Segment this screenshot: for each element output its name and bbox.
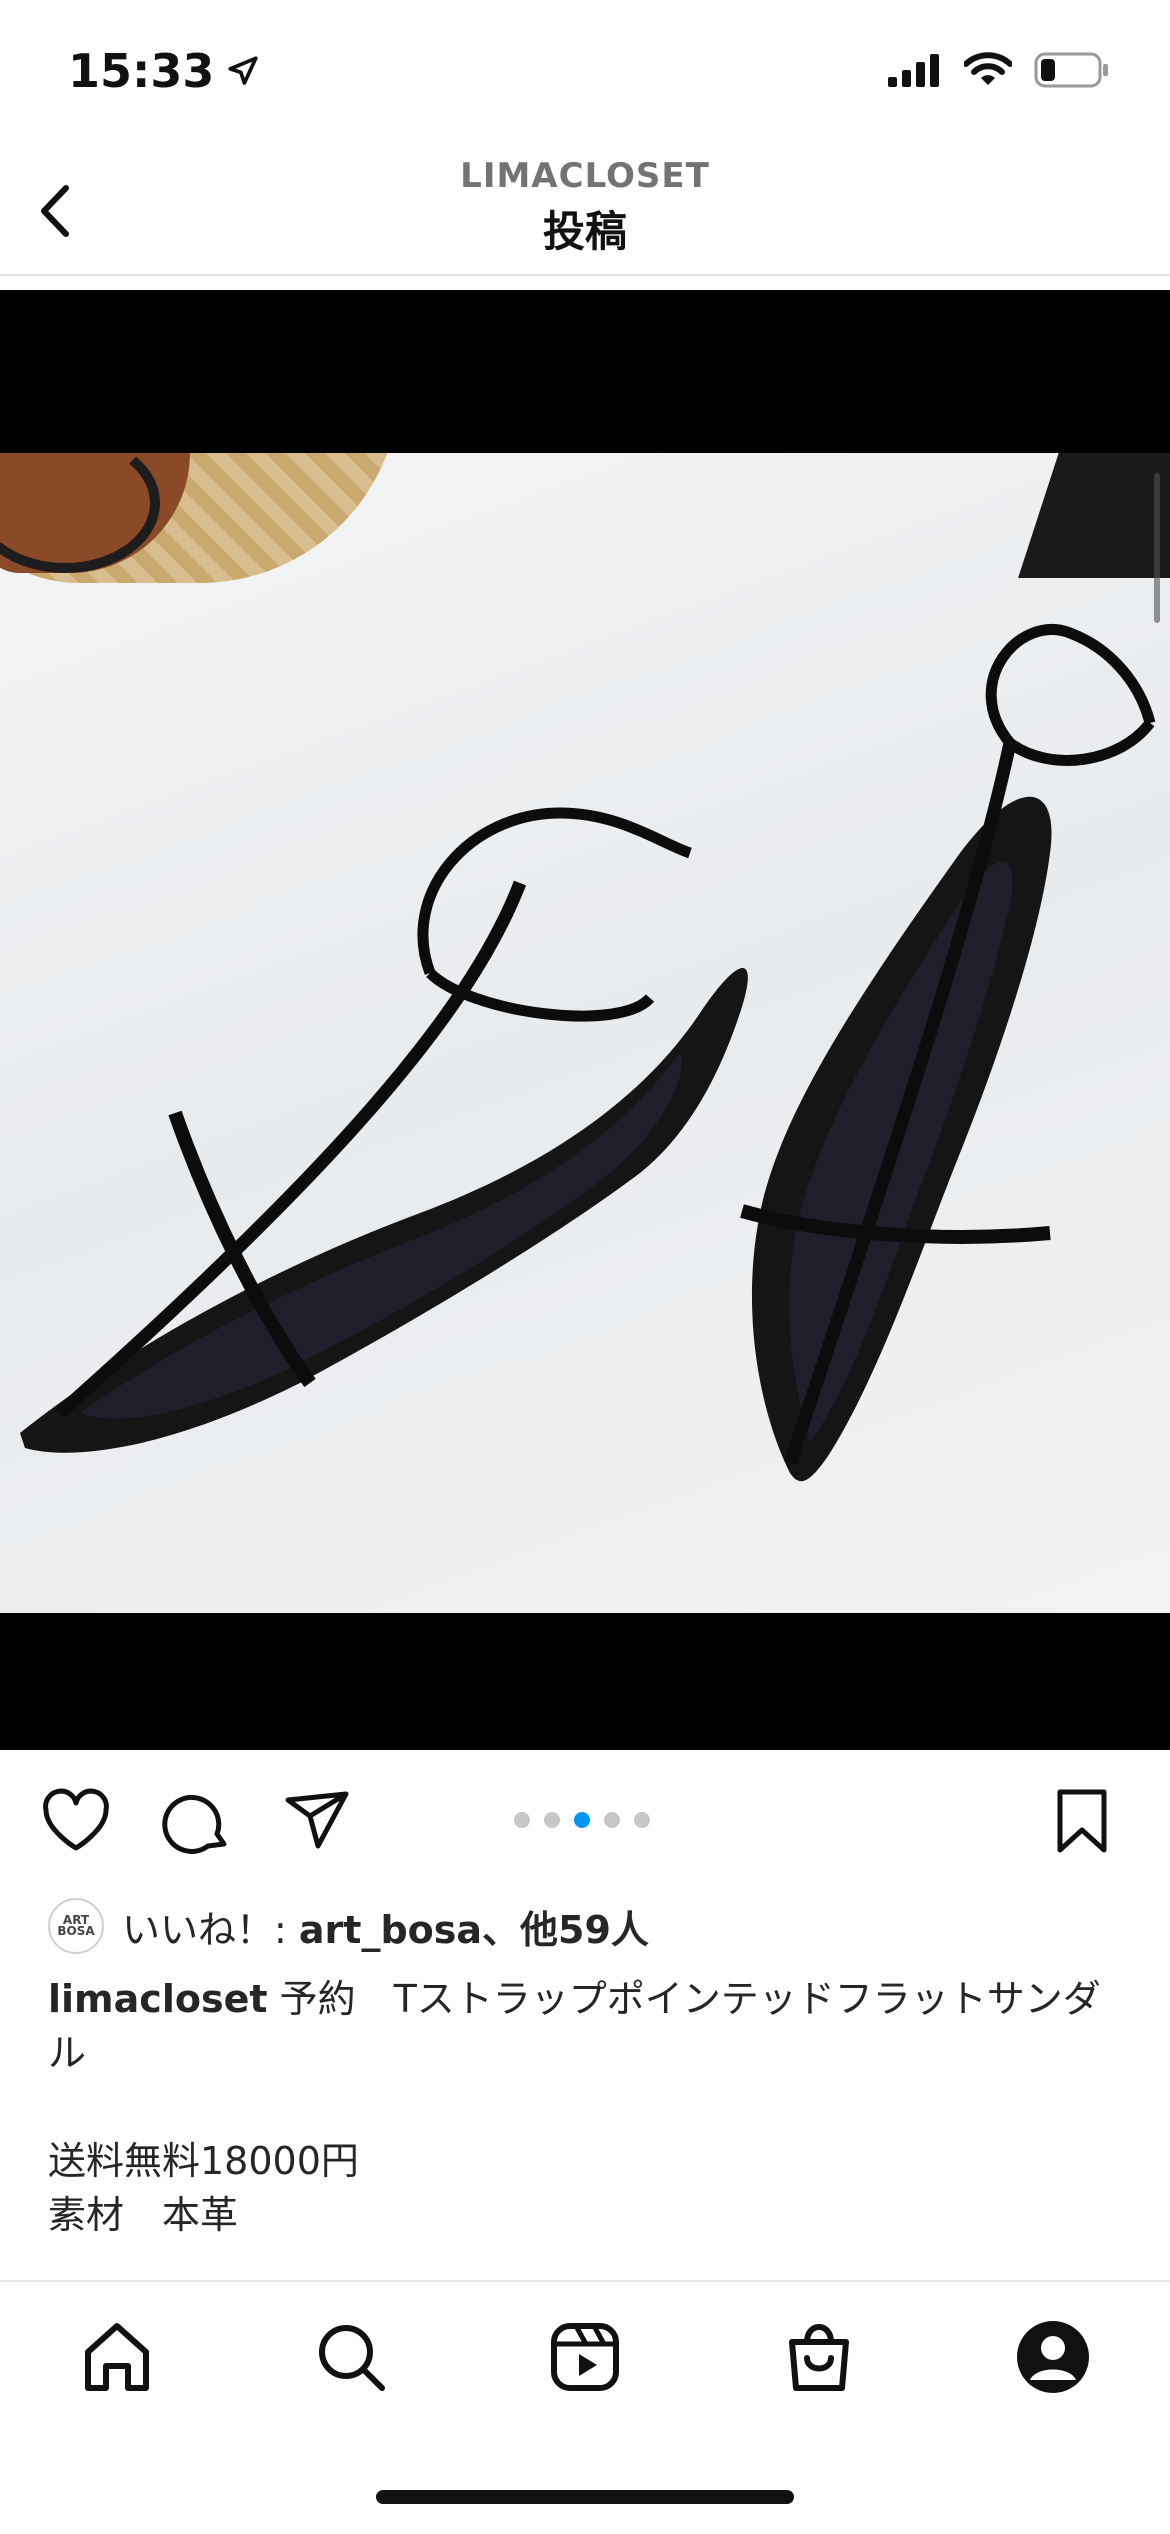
carousel-dot [634,1812,650,1828]
heart-icon[interactable] [40,1786,112,1858]
likes-prefix: いいね！: [122,1907,299,1952]
location-arrow-icon [228,56,259,85]
caption-price: 送料無料18000円 [48,2139,359,2183]
likes-row[interactable]: ART BOSA いいね！: art_bosa、他59人 [48,1896,649,1956]
liker-avatar[interactable]: ART BOSA [48,1898,104,1954]
nav-bar: LIMACLOSET 投稿 [0,150,1170,276]
status-time-text: 15:33 [68,44,215,98]
action-bar [0,1780,1170,1860]
sandals-illustration [20,624,1156,1482]
status-bar: 15:33 [0,0,1170,150]
right-ankle-strap [985,624,1156,747]
carousel-dots [514,1812,650,1828]
carousel-dot [544,1812,560,1828]
profile-icon[interactable] [1014,2318,1092,2396]
left-ankle-strap [417,807,692,975]
likes-text[interactable]: いいね！: art_bosa、他59人 [122,1899,649,1954]
signal-icon [888,54,939,87]
comment-icon[interactable] [162,1786,234,1858]
reels-icon[interactable] [546,2318,624,2396]
status-icons [888,52,1110,88]
left-sandal-sole [20,968,748,1453]
home-icon[interactable] [78,2318,156,2396]
liker-avatar-text: ART BOSA [57,1913,95,1938]
status-time: 15:33 [68,44,260,98]
product-photo [0,453,1170,1613]
wifi-icon [964,52,1012,85]
carousel-dot-active [574,1812,590,1828]
right-ankle-strap-back [1006,719,1155,766]
post-media[interactable] [0,290,1170,1750]
bookmark-icon[interactable] [1046,1786,1118,1858]
carousel-dot [514,1812,530,1828]
post-caption: limacloset 予約 Tストラップポインテッドフラットサンダル 送料無料1… [48,1972,1128,2242]
likes-count[interactable]: 、他59人 [482,1908,649,1952]
battery-icon [1034,52,1108,88]
carousel-dot [604,1812,620,1828]
shop-icon[interactable] [780,2318,858,2396]
caption-username[interactable]: limacloset [48,1977,268,2021]
likes-user[interactable]: art_bosa [299,1908,482,1952]
caption-material: 素材 本革 [48,2193,239,2237]
home-indicator[interactable] [376,2490,794,2504]
account-name[interactable]: LIMACLOSET [0,156,1170,196]
page-title: 投稿 [542,207,627,256]
share-icon[interactable] [282,1786,354,1858]
search-icon[interactable] [312,2318,390,2396]
